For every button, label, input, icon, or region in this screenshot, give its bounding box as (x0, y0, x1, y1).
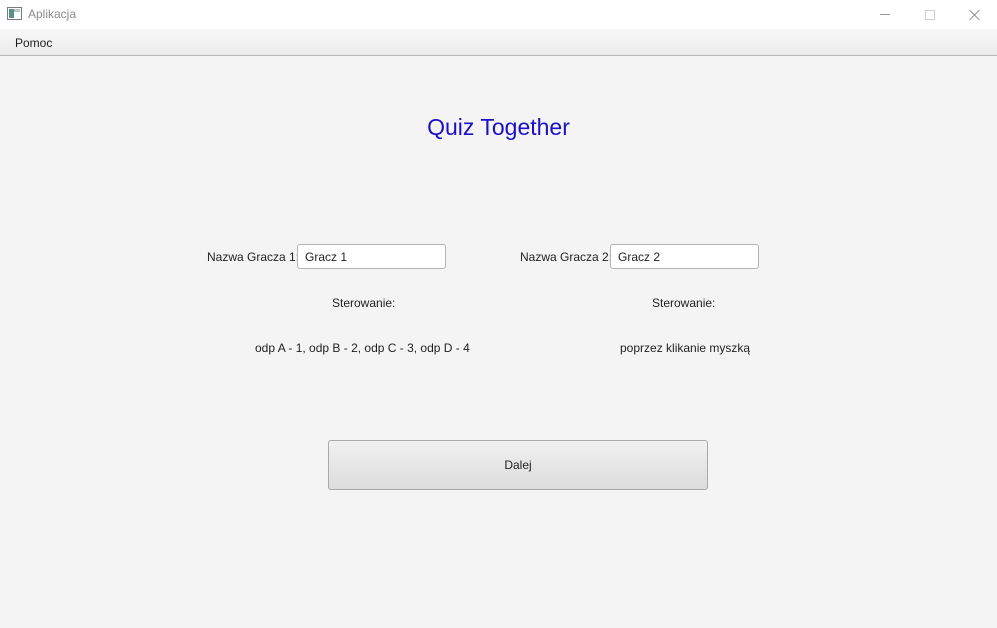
player2-controls-text: poprzez klikanie myszką (620, 341, 751, 355)
player2-name-input[interactable] (610, 244, 759, 269)
close-icon (969, 9, 981, 21)
maximize-icon (925, 9, 935, 20)
minimize-button[interactable] (862, 0, 908, 29)
close-button[interactable] (952, 0, 997, 29)
player1-controls-text: odp A - 1, odp B - 2, odp C - 3, odp D -… (255, 341, 470, 355)
player2-name-label: Nazwa Gracza 2: (520, 250, 613, 264)
player1-name-label: Nazwa Gracza 1: (207, 250, 300, 264)
title-bar[interactable]: Aplikacja (0, 0, 997, 29)
player1-name-input[interactable] (297, 244, 446, 269)
menu-item-pomoc[interactable]: Pomoc (8, 30, 59, 55)
window-title: Aplikacja (28, 7, 77, 21)
player1-controls-label: Sterowanie: (332, 296, 396, 310)
minimize-icon (880, 14, 890, 15)
page-title: Quiz Together (427, 114, 570, 140)
menu-bar: Pomoc (0, 30, 997, 56)
application-window: Aplikacja Pomoc Quiz Together Nazwa Grac… (0, 0, 997, 628)
maximize-button[interactable] (907, 0, 953, 29)
player2-controls-label: Sterowanie: (652, 296, 716, 310)
app-window-icon (7, 7, 22, 20)
next-button[interactable]: Dalej (328, 440, 708, 490)
